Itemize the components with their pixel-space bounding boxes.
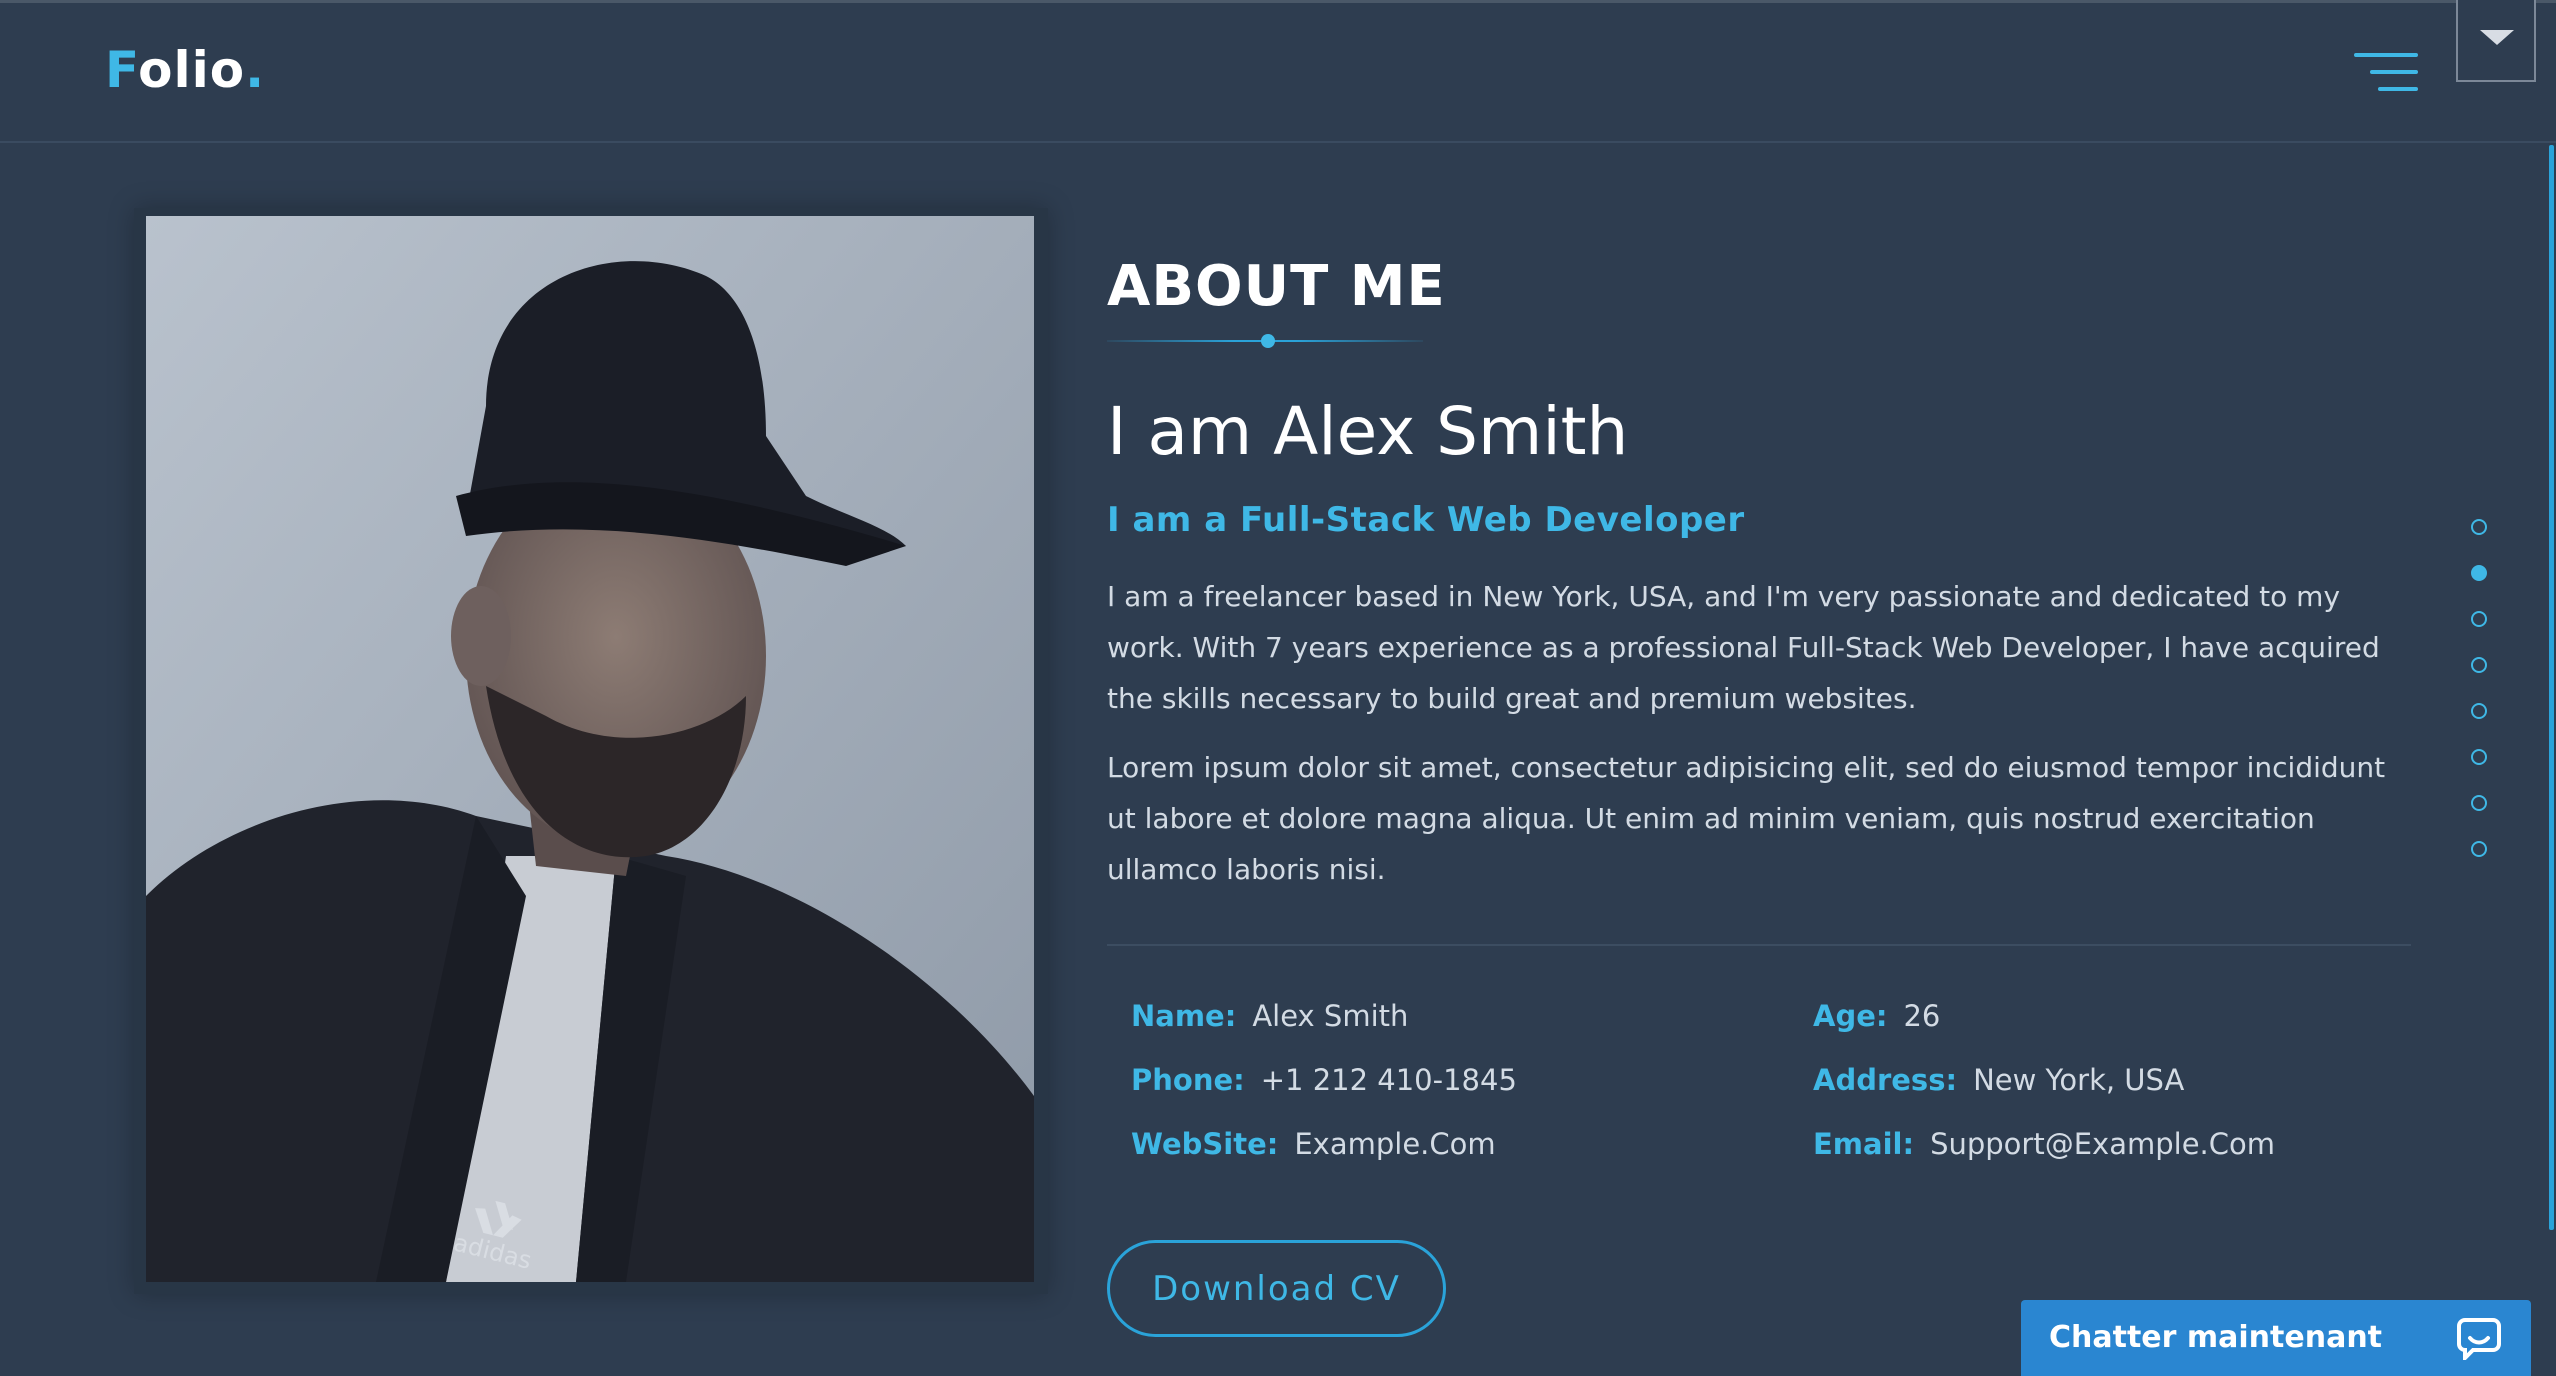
section-nav-dot[interactable] (2471, 703, 2487, 719)
top-navbar: Folio. (0, 0, 2556, 143)
title-underline-dot (1261, 334, 1275, 348)
info-label: Email: (1813, 1127, 1915, 1161)
info-value: Example.Com (1294, 1127, 1496, 1161)
section-nav-dot[interactable] (2471, 795, 2487, 811)
info-label: WebSite: (1131, 1127, 1279, 1161)
logo-initial: F (105, 41, 139, 99)
section-title: ABOUT ME (1107, 254, 1446, 319)
profile-photo-frame: adidas (134, 208, 1048, 1294)
role-subtitle: I am a Full-Stack Web Developer (1107, 500, 1745, 540)
profile-photo: adidas (146, 216, 1034, 1282)
site-logo[interactable]: Folio. (105, 41, 265, 99)
about-paragraph-2: Lorem ipsum dolor sit amet, consectetur … (1107, 751, 2386, 886)
caret-down-icon (2480, 30, 2514, 45)
info-value: Alex Smith (1252, 999, 1409, 1033)
dropdown-toggle-button[interactable] (2456, 0, 2536, 82)
download-cv-button[interactable]: Download CV (1107, 1240, 1446, 1337)
section-nav-dot[interactable] (2471, 519, 2487, 535)
chat-widget-button[interactable]: Chatter maintenant (2021, 1300, 2531, 1376)
section-nav-dot[interactable] (2471, 749, 2487, 765)
info-label: Name: (1131, 999, 1237, 1033)
info-address: Address: New York, USA (1813, 1063, 2184, 1097)
section-nav-dot[interactable] (2471, 657, 2487, 673)
hamburger-menu-icon[interactable] (2354, 53, 2418, 93)
section-nav-dot[interactable] (2471, 841, 2487, 857)
info-label: Age: (1813, 999, 1888, 1033)
info-label: Address: (1813, 1063, 1958, 1097)
info-value: New York, USA (1973, 1063, 2185, 1097)
info-phone: Phone: +1 212 410-1845 (1131, 1063, 1517, 1097)
logo-dot: . (245, 41, 266, 99)
about-paragraph-1: I am a freelancer based in New York, USA… (1107, 580, 2380, 715)
section-nav-dot[interactable] (2471, 565, 2487, 581)
info-label: Phone: (1131, 1063, 1245, 1097)
info-age: Age: 26 (1813, 999, 1940, 1033)
page-scrollbar[interactable] (2549, 145, 2554, 1230)
info-divider (1107, 944, 2411, 946)
info-value: +1 212 410-1845 (1260, 1063, 1517, 1097)
info-name: Name: Alex Smith (1131, 999, 1408, 1033)
intro-heading: I am Alex Smith (1107, 393, 1629, 470)
chat-bubble-icon (2457, 1318, 2501, 1360)
info-email: Email: Support@Example.Com (1813, 1127, 2275, 1161)
info-value: Support@Example.Com (1930, 1127, 2275, 1161)
section-nav-dot[interactable] (2471, 611, 2487, 627)
info-value: 26 (1903, 999, 1941, 1033)
chat-label: Chatter maintenant (2049, 1320, 2383, 1355)
logo-text: olio (138, 41, 246, 99)
info-website: WebSite: Example.Com (1131, 1127, 1496, 1161)
